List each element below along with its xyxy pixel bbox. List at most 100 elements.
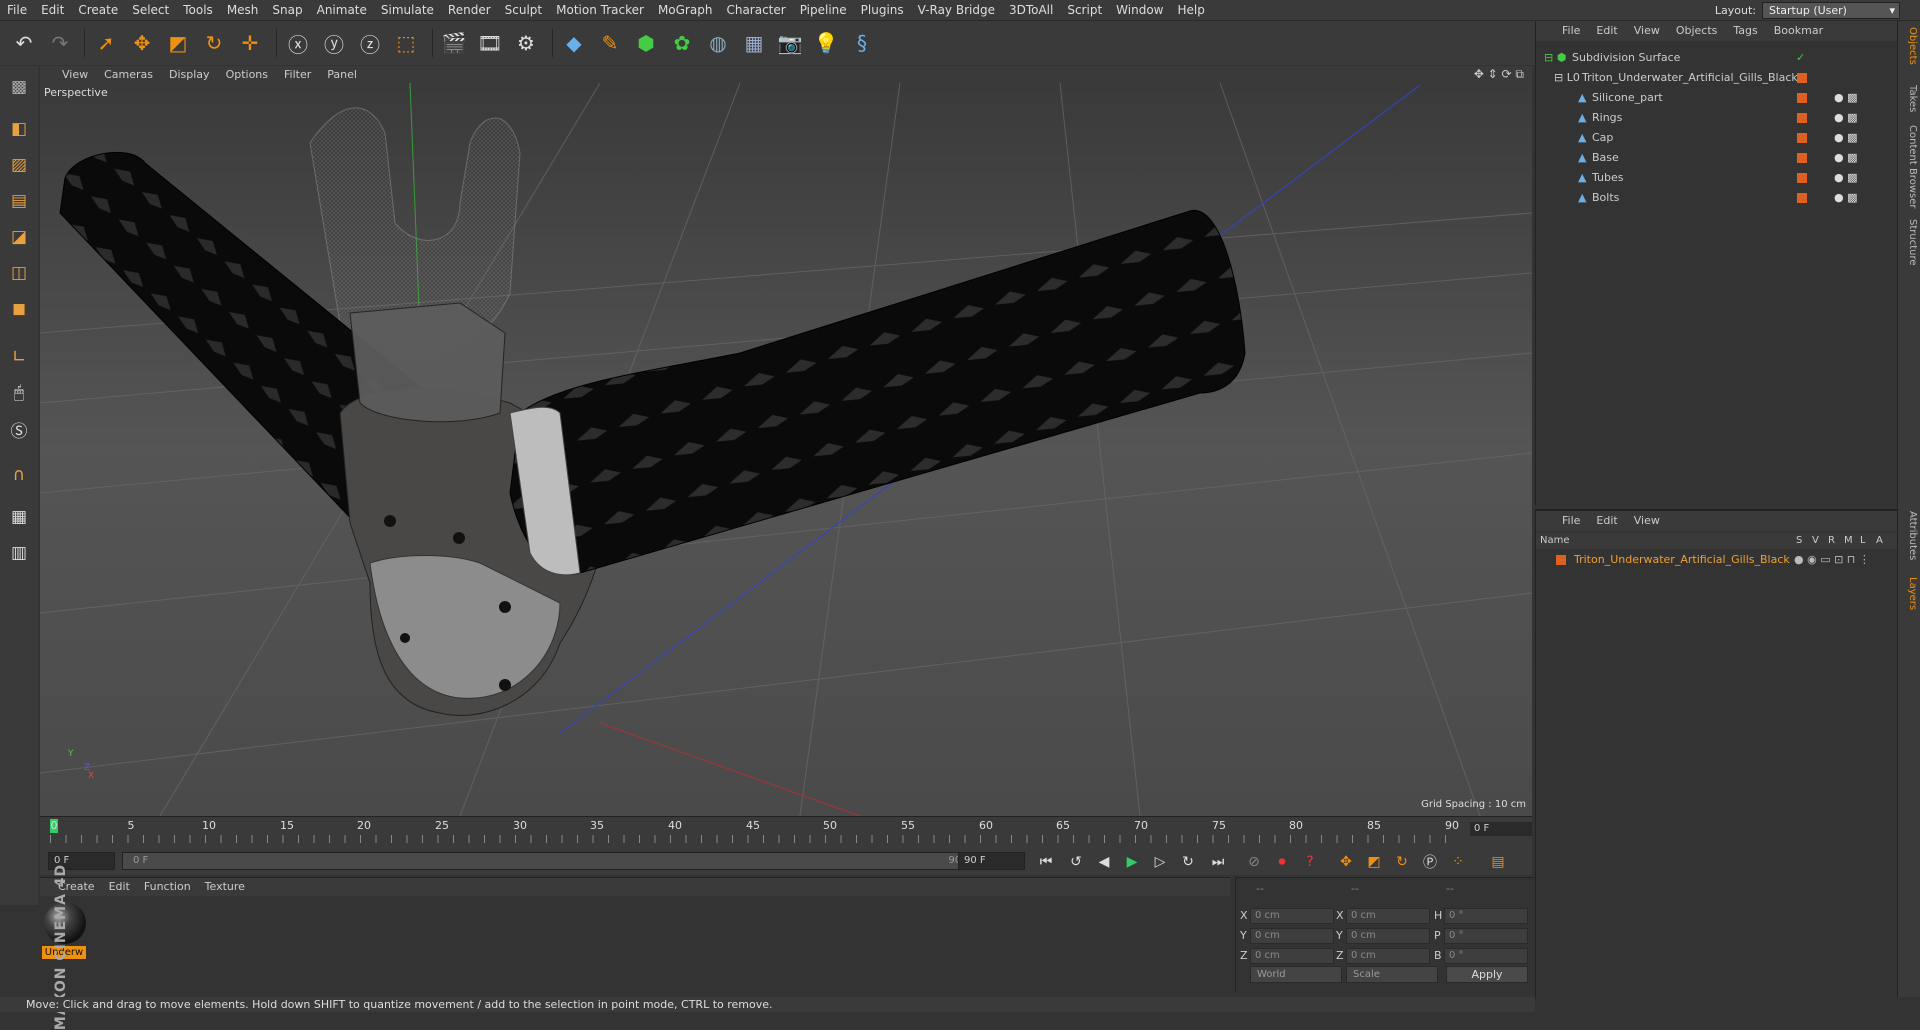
om-menu-objects[interactable]: Objects [1668,21,1726,41]
lm-menu-view[interactable]: View [1626,511,1668,531]
scale-icon[interactable]: ◩ [162,27,194,59]
object-row[interactable]: ⊟ ⬢ Subdivision Surface ✓ [1536,48,1898,68]
object-row[interactable]: ▲ Bolts ● ▩ [1536,188,1898,208]
undo-icon[interactable]: ↶ [8,27,40,59]
menu-render[interactable]: Render [441,0,498,20]
menu-tools[interactable]: Tools [176,0,220,20]
viewport-menu-panel[interactable]: Panel [319,66,365,83]
x-axis-lock-icon[interactable]: ⓧ [282,27,314,59]
edges-mode-icon[interactable]: ◫ [4,258,34,288]
magnet-icon[interactable]: ∩ [4,460,34,490]
cube-icon[interactable]: ◆ [558,27,590,59]
size-z-field[interactable]: 0 cm [1346,948,1430,964]
points-mode-icon[interactable]: ◪ [4,222,34,252]
end-frame-field[interactable]: 90 F [958,852,1025,870]
material-tag-icon[interactable]: ● ▩ [1834,128,1858,148]
object-row[interactable]: ▲ Base ● ▩ [1536,148,1898,168]
viewport-menu-filter[interactable]: Filter [276,66,319,83]
subdivision-icon[interactable]: ⬢ [630,27,662,59]
coordinate-system-icon[interactable]: ⬚ [390,27,422,59]
om-menu-bookmarks[interactable]: Bookmar [1766,21,1831,41]
menu-edit[interactable]: Edit [34,0,71,20]
menu-mograph[interactable]: MoGraph [651,0,720,20]
step-back-icon[interactable]: ◀ [1094,852,1114,872]
move-icon[interactable]: ✥ [126,27,158,59]
render-settings-icon[interactable]: ⚙ [510,27,542,59]
transform-icon[interactable]: ✛ [234,27,266,59]
viewport-menu-cameras[interactable]: Cameras [96,66,161,83]
texture-mode-icon[interactable]: ▨ [4,150,34,180]
render-picture-viewer-icon[interactable]: 🎞 [474,27,506,59]
key-rotation-icon[interactable]: ↻ [1392,852,1412,872]
previous-key-icon[interactable]: ↺ [1066,852,1086,872]
current-frame-field[interactable]: 0 F [1470,822,1532,836]
material-menu-texture[interactable]: Texture [198,878,252,896]
axis-mode-icon[interactable]: ∟ [4,342,34,372]
go-to-start-icon[interactable]: ⏮ [1036,852,1056,872]
workplane-mode-icon[interactable]: ▤ [4,186,34,216]
material-tag-icon[interactable]: ● ▩ [1834,188,1858,208]
menu-mesh[interactable]: Mesh [220,0,266,20]
position-x-field[interactable]: 0 cm [1250,908,1334,924]
menu-select[interactable]: Select [125,0,176,20]
deformer-icon[interactable]: ◍ [702,27,734,59]
make-editable-icon[interactable]: ▩ [4,72,34,102]
rotate-icon[interactable]: ↻ [198,27,230,59]
object-row[interactable]: ▲ Tubes ● ▩ [1536,168,1898,188]
tab-takes[interactable]: Takes [1900,85,1918,112]
object-row[interactable]: ▲ Cap ● ▩ [1536,128,1898,148]
rotation-h-field[interactable]: 0 ° [1444,908,1528,924]
model-mode-icon[interactable]: ◧ [4,114,34,144]
material-menu-edit[interactable]: Edit [102,878,137,896]
menu-window[interactable]: Window [1109,0,1170,20]
layer-row[interactable]: Triton_Underwater_Artificial_Gills_Black… [1536,551,1898,569]
tab-attributes[interactable]: Attributes [1900,511,1918,560]
tab-objects[interactable]: Objects [1900,27,1918,65]
camera-icon[interactable]: 📷 [774,27,806,59]
pen-icon[interactable]: ✎ [594,27,626,59]
size-x-field[interactable]: 0 cm [1346,908,1430,924]
viewport-nav-icons[interactable]: ✥ ⇕ ⟳ ⧉ [1474,66,1524,83]
material-tag-icon[interactable]: ● ▩ [1834,108,1858,128]
tab-structure[interactable]: Structure [1900,219,1918,266]
rotation-p-field[interactable]: 0 ° [1444,928,1528,944]
lm-menu-file[interactable]: File [1536,511,1588,531]
key-position-icon[interactable]: ✥ [1336,852,1356,872]
viewport-3d[interactable]: View Cameras Display Options Filter Panel ✥ ⇕… [40,66,1532,816]
planar-workplane-icon[interactable]: ▥ [4,538,34,568]
menu-sculpt[interactable]: Sculpt [498,0,549,20]
size-y-field[interactable]: 0 cm [1346,928,1430,944]
key-scale-icon[interactable]: ◩ [1364,852,1384,872]
viewport-menu-display[interactable]: Display [161,66,218,83]
material-menu-function[interactable]: Function [137,878,198,896]
lock-workplane-icon[interactable]: ▦ [4,502,34,532]
coordinate-mode-dropdown[interactable]: Scale [1346,966,1438,983]
live-selection-icon[interactable]: ➚ [90,27,122,59]
array-icon[interactable]: ✿ [666,27,698,59]
light-icon[interactable]: 💡 [810,27,842,59]
om-menu-file[interactable]: File [1536,21,1588,41]
menu-vray-bridge[interactable]: V-Ray Bridge [911,0,1002,20]
record-off-icon[interactable]: ⊘ [1244,852,1264,872]
frame-range-slider[interactable]: 0 F 90 F [122,852,985,870]
lm-menu-edit[interactable]: Edit [1588,511,1625,531]
tweak-mode-icon[interactable]: 🖱 [4,378,34,408]
tab-layers[interactable]: Layers [1900,577,1918,610]
menu-simulate[interactable]: Simulate [374,0,441,20]
menu-motion-tracker[interactable]: Motion Tracker [549,0,651,20]
redo-icon[interactable]: ↷ [44,27,76,59]
apply-button[interactable]: Apply [1446,966,1528,983]
om-menu-edit[interactable]: Edit [1588,21,1625,41]
position-z-field[interactable]: 0 cm [1250,948,1334,964]
layer-toggle-icons[interactable]: ● ◉ ▭ ⊡ ⊓ ⋮ [1794,551,1870,569]
z-axis-lock-icon[interactable]: ⓩ [354,27,386,59]
object-row[interactable]: ▲ Silicone_part ● ▩ [1536,88,1898,108]
snap-icon[interactable]: Ⓢ [4,414,34,444]
om-menu-tags[interactable]: Tags [1725,21,1765,41]
rotation-b-field[interactable]: 0 ° [1444,948,1528,964]
menu-character[interactable]: Character [719,0,792,20]
enabled-check-icon[interactable]: ✓ [1796,48,1805,68]
object-row[interactable]: ⊟ L0 Triton_Underwater_Artificial_Gills_… [1536,68,1898,88]
timeline-ruler[interactable]: 0 5 10 15 20 25 30 35 40 45 50 55 60 65 … [40,816,1532,847]
help-record-icon[interactable]: ? [1300,852,1320,872]
